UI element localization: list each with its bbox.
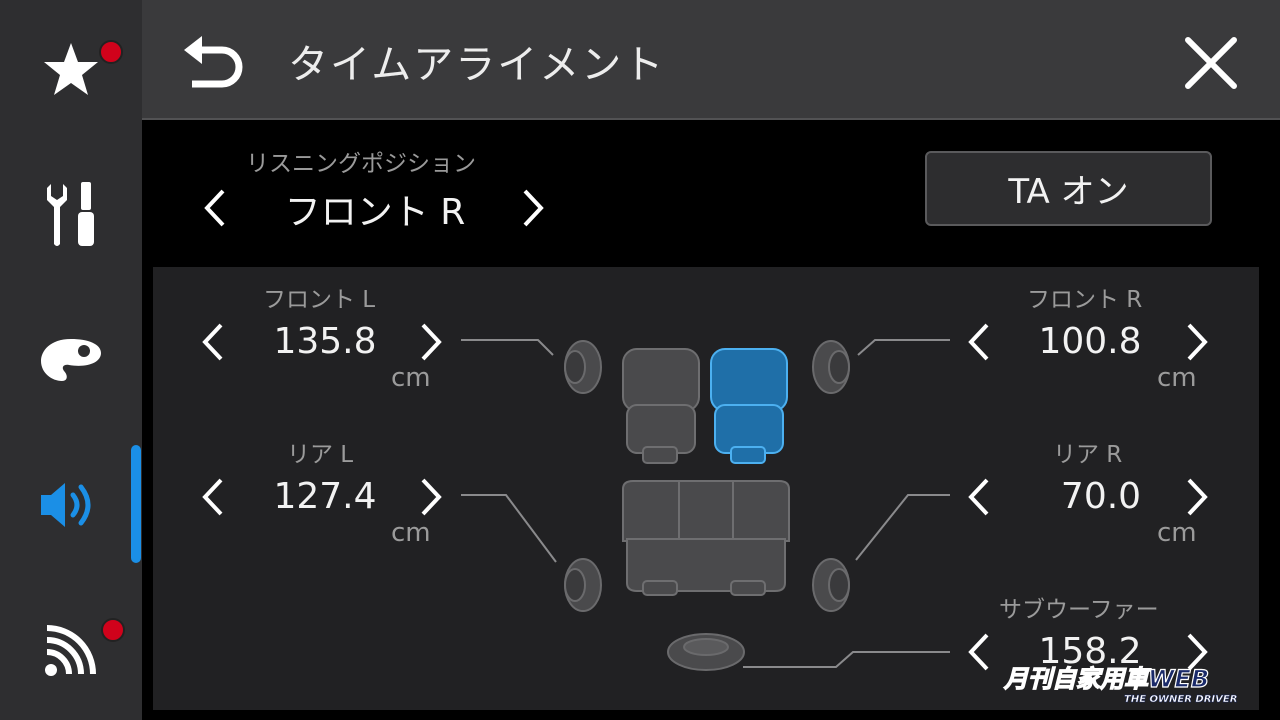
close-icon	[1185, 37, 1237, 89]
sidebar-item-theme[interactable]	[0, 300, 142, 420]
star-icon	[44, 43, 98, 95]
wireless-icon	[45, 625, 96, 676]
speaker-icon	[41, 483, 91, 527]
close-button[interactable]	[1178, 30, 1244, 96]
front-right-speaker	[812, 340, 850, 394]
back-button[interactable]	[178, 30, 248, 90]
seat-front-right-selected	[710, 348, 788, 464]
front-left-label: フロント L	[263, 287, 376, 313]
front-right-value: 100.8	[1038, 321, 1142, 362]
ta-toggle-button[interactable]: TA オン	[925, 151, 1212, 226]
chevron-right-icon	[523, 189, 544, 227]
notification-badge	[99, 40, 123, 64]
front-right-label: フロント R	[1027, 287, 1143, 313]
front-right-increase-button[interactable]	[1177, 317, 1217, 367]
seat-front-left	[622, 348, 700, 464]
sidebar	[0, 0, 142, 720]
rear-left-increase-button[interactable]	[411, 472, 451, 522]
rear-right-speaker	[812, 558, 850, 612]
listening-position-caption: リスニングポジション	[246, 151, 476, 177]
front-left-unit: cm	[391, 363, 431, 393]
header-bar: タイムアライメント	[142, 0, 1280, 120]
front-left-increase-button[interactable]	[411, 317, 451, 367]
svg-text:月刊自家用車WEB: 月刊自家用車WEB	[1003, 665, 1209, 693]
front-left-speaker	[564, 340, 602, 394]
rear-left-speaker	[564, 558, 602, 612]
chevron-left-icon	[968, 323, 989, 361]
notification-badge	[101, 618, 125, 642]
sidebar-item-favorites[interactable]	[0, 10, 142, 130]
rear-right-unit: cm	[1157, 518, 1197, 548]
active-indicator	[131, 445, 141, 563]
watermark-logo: 月刊自家用車WEB THE OWNER DRIVER	[1002, 664, 1237, 705]
chevron-left-icon	[202, 323, 223, 361]
rear-left-unit: cm	[391, 518, 431, 548]
rear-left-label: リア L	[287, 442, 354, 468]
front-left-decrease-button[interactable]	[193, 317, 233, 367]
palette-icon	[41, 339, 101, 381]
front-right-decrease-button[interactable]	[959, 317, 999, 367]
chevron-right-icon	[421, 323, 442, 361]
sidebar-item-connectivity[interactable]	[0, 590, 142, 710]
sidebar-item-settings[interactable]	[0, 155, 142, 275]
subwoofer-label: サブウーファー	[999, 597, 1159, 623]
chevron-right-icon	[421, 478, 442, 516]
subwoofer-decrease-button[interactable]	[959, 627, 999, 677]
front-left-value: 135.8	[273, 321, 377, 362]
page-title: タイムアライメント	[288, 42, 666, 88]
listening-position-prev-button[interactable]	[195, 183, 235, 233]
chevron-left-icon	[968, 633, 989, 671]
rear-right-value: 70.0	[1060, 476, 1142, 517]
sidebar-item-audio[interactable]	[0, 445, 142, 565]
chevron-right-icon	[1187, 323, 1208, 361]
chevron-left-icon	[968, 478, 989, 516]
chevron-right-icon	[1187, 478, 1208, 516]
listening-position-value: フロント R	[284, 192, 466, 233]
chevron-left-icon	[204, 189, 225, 227]
rear-left-decrease-button[interactable]	[193, 472, 233, 522]
listening-position-next-button[interactable]	[513, 183, 553, 233]
subwoofer-speaker	[667, 633, 745, 671]
front-right-unit: cm	[1157, 363, 1197, 393]
rear-right-label: リア R	[1053, 442, 1123, 468]
tools-icon	[47, 182, 94, 246]
rear-right-decrease-button[interactable]	[959, 472, 999, 522]
time-alignment-panel: フロント L 135.8 cm リア L 127.4 cm フロント R 100…	[153, 267, 1259, 710]
back-arrow-icon	[184, 36, 243, 88]
seat-rear-bench	[622, 480, 790, 596]
chevron-left-icon	[202, 478, 223, 516]
rear-left-value: 127.4	[273, 476, 377, 517]
svg-text:THE OWNER DRIVER: THE OWNER DRIVER	[1124, 694, 1237, 705]
rear-right-increase-button[interactable]	[1177, 472, 1217, 522]
